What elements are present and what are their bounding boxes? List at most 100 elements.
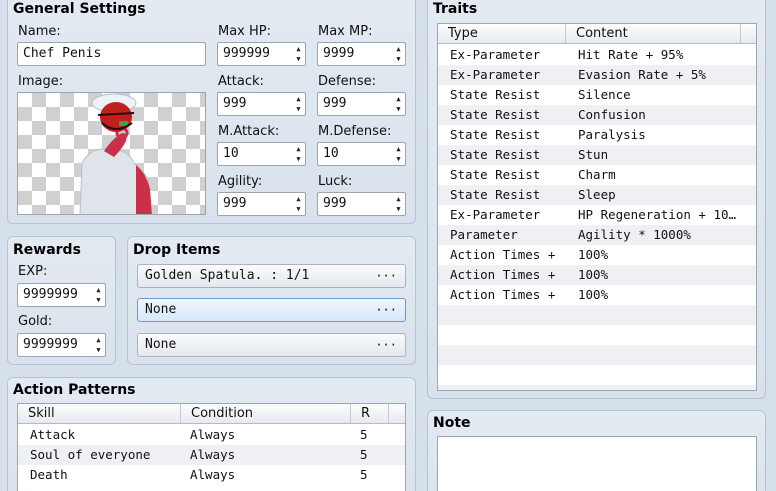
column-condition[interactable]: Condition (181, 404, 351, 423)
spin-up-icon[interactable]: ▲ (296, 45, 300, 53)
content-cell: 100% (578, 287, 609, 302)
table-row[interactable]: Soul of everyone Always 5 (18, 445, 405, 465)
spin-up-icon[interactable]: ▲ (296, 195, 300, 203)
table-header: Type Content (438, 24, 756, 44)
rating-cell: 5 (360, 447, 368, 462)
spin-up-icon[interactable]: ▲ (396, 45, 400, 53)
table-row[interactable]: Parameter Agility * 1000% (438, 225, 756, 245)
spin-down-icon[interactable]: ▼ (296, 55, 300, 63)
traits-table[interactable]: Type Content Ex-Parameter Hit Rate + 95% E… (437, 23, 757, 391)
condition-cell: Always (190, 447, 236, 462)
note-field[interactable] (437, 436, 757, 491)
table-row[interactable]: Death Always 5 (18, 465, 405, 485)
gold-spinner[interactable]: ▲ ▼ (94, 336, 103, 354)
spin-up-icon[interactable]: ▲ (396, 195, 400, 203)
enemy-image[interactable] (17, 92, 206, 215)
spin-down-icon[interactable]: ▼ (396, 155, 400, 163)
table-row[interactable]: Action Times + 100% (438, 265, 756, 285)
spin-down-icon[interactable]: ▼ (396, 205, 400, 213)
name-label: Name: (18, 24, 61, 39)
spin-down-icon[interactable]: ▼ (296, 105, 300, 113)
mattack-spinner[interactable]: ▲ ▼ (294, 145, 303, 163)
table-row[interactable]: State Resist Confusion (438, 105, 756, 125)
condition-cell: Always (190, 467, 236, 482)
drop-item-1-label: Golden Spatula. : 1/1 (145, 268, 310, 283)
traits-title: Traits (433, 1, 478, 17)
spin-down-icon[interactable]: ▼ (296, 205, 300, 213)
skill-cell: Soul of everyone (30, 447, 151, 462)
table-row[interactable] (438, 365, 756, 385)
table-row[interactable]: State Resist Charm (438, 165, 756, 185)
maxhp-field[interactable]: 999999 ▲ ▼ (217, 42, 306, 66)
table-row[interactable]: Action Times + 100% (438, 245, 756, 265)
table-row[interactable] (438, 345, 756, 365)
column-content[interactable]: Content (566, 24, 741, 43)
attack-field[interactable]: 999 ▲ ▼ (217, 92, 306, 116)
drop-item-3[interactable]: None ··· (137, 333, 406, 357)
condition-cell: Always (190, 427, 236, 442)
table-row[interactable]: Ex-Parameter Evasion Rate + 5% (438, 65, 756, 85)
spin-down-icon[interactable]: ▼ (296, 155, 300, 163)
drop-item-2[interactable]: None ··· (137, 298, 406, 322)
drop-item-1[interactable]: Golden Spatula. : 1/1 ··· (137, 264, 406, 288)
column-r[interactable]: R (351, 404, 389, 423)
action-patterns-table[interactable]: Skill Condition R Attack Always 5 Soul o… (17, 403, 406, 491)
column-type[interactable]: Type (438, 24, 566, 43)
spin-down-icon[interactable]: ▼ (96, 296, 100, 304)
agility-spinner[interactable]: ▲ ▼ (294, 195, 303, 213)
name-field[interactable]: Chef Penis (17, 42, 206, 66)
table-row[interactable] (438, 305, 756, 325)
luck-spinner[interactable]: ▲ ▼ (394, 195, 403, 213)
maxmp-field[interactable]: 9999 ▲ ▼ (317, 42, 406, 66)
table-row[interactable]: Ex-Parameter HP Regeneration + 10… (438, 205, 756, 225)
type-cell: Action Times + (450, 267, 556, 282)
spin-up-icon[interactable]: ▲ (96, 336, 100, 344)
column-skill[interactable]: Skill (18, 404, 181, 423)
table-row[interactable]: State Resist Sleep (438, 185, 756, 205)
table-row[interactable]: Attack Always 5 (18, 425, 405, 445)
image-label: Image: (18, 74, 64, 89)
content-cell: Confusion (578, 107, 646, 122)
maxmp-spinner[interactable]: ▲ ▼ (394, 45, 403, 63)
mattack-label: M.Attack: (218, 124, 280, 139)
content-cell: Sleep (578, 187, 616, 202)
type-cell: Ex-Parameter (450, 207, 541, 222)
skill-cell: Attack (30, 427, 76, 442)
exp-value: 9999999 (23, 287, 78, 302)
table-row[interactable] (438, 325, 756, 345)
agility-field[interactable]: 999 ▲ ▼ (217, 192, 306, 216)
maxhp-spinner[interactable]: ▲ ▼ (294, 45, 303, 63)
spin-up-icon[interactable]: ▲ (296, 95, 300, 103)
attack-spinner[interactable]: ▲ ▼ (294, 95, 303, 113)
luck-value: 999 (323, 196, 347, 211)
spin-down-icon[interactable]: ▼ (396, 55, 400, 63)
table-row[interactable] (438, 385, 756, 390)
spin-up-icon[interactable]: ▲ (396, 95, 400, 103)
table-row[interactable]: State Resist Paralysis (438, 125, 756, 145)
defense-spinner[interactable]: ▲ ▼ (394, 95, 403, 113)
type-cell: State Resist (450, 127, 541, 142)
gold-field[interactable]: 9999999 ▲ ▼ (17, 333, 106, 357)
spin-up-icon[interactable]: ▲ (396, 145, 400, 153)
table-row[interactable]: State Resist Stun (438, 145, 756, 165)
spin-down-icon[interactable]: ▼ (396, 105, 400, 113)
spin-up-icon[interactable]: ▲ (96, 286, 100, 294)
mdefense-spinner[interactable]: ▲ ▼ (394, 145, 403, 163)
luck-field[interactable]: 999 ▲ ▼ (317, 192, 406, 216)
exp-spinner[interactable]: ▲ ▼ (94, 286, 103, 304)
mdefense-field[interactable]: 10 ▲ ▼ (317, 142, 406, 166)
drop-items-title: Drop Items (133, 242, 221, 258)
general-settings-title: General Settings (13, 1, 146, 17)
exp-field[interactable]: 9999999 ▲ ▼ (17, 283, 106, 307)
drop-item-3-label: None (145, 337, 177, 352)
maxhp-value: 999999 (223, 46, 270, 61)
defense-field[interactable]: 999 ▲ ▼ (317, 92, 406, 116)
table-row[interactable]: Ex-Parameter Hit Rate + 95% (438, 45, 756, 65)
type-cell: Action Times + (450, 287, 556, 302)
content-cell: Paralysis (578, 127, 646, 142)
mattack-field[interactable]: 10 ▲ ▼ (217, 142, 306, 166)
spin-down-icon[interactable]: ▼ (96, 346, 100, 354)
spin-up-icon[interactable]: ▲ (296, 145, 300, 153)
table-row[interactable]: State Resist Silence (438, 85, 756, 105)
table-row[interactable]: Action Times + 100% (438, 285, 756, 305)
